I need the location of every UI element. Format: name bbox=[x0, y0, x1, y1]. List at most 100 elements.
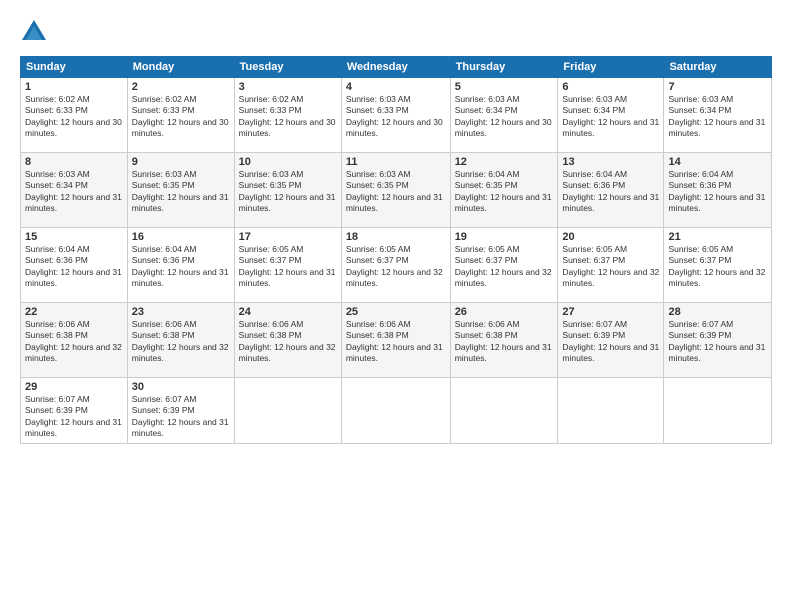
calendar-cell: 7Sunrise: 6:03 AMSunset: 6:34 PMDaylight… bbox=[664, 78, 772, 153]
calendar-cell: 21Sunrise: 6:05 AMSunset: 6:37 PMDayligh… bbox=[664, 228, 772, 303]
day-number: 16 bbox=[132, 231, 230, 243]
calendar-week-4: 22Sunrise: 6:06 AMSunset: 6:38 PMDayligh… bbox=[21, 303, 772, 378]
day-number: 14 bbox=[668, 156, 767, 168]
day-info: Sunrise: 6:03 AMSunset: 6:34 PMDaylight:… bbox=[25, 169, 123, 215]
calendar-cell: 9Sunrise: 6:03 AMSunset: 6:35 PMDaylight… bbox=[127, 153, 234, 228]
weekday-header-sunday: Sunday bbox=[21, 57, 128, 78]
logo bbox=[20, 18, 51, 46]
calendar-week-3: 15Sunrise: 6:04 AMSunset: 6:36 PMDayligh… bbox=[21, 228, 772, 303]
day-number: 15 bbox=[25, 231, 123, 243]
day-info: Sunrise: 6:03 AMSunset: 6:35 PMDaylight:… bbox=[239, 169, 337, 215]
day-info: Sunrise: 6:05 AMSunset: 6:37 PMDaylight:… bbox=[562, 244, 659, 290]
calendar-week-2: 8Sunrise: 6:03 AMSunset: 6:34 PMDaylight… bbox=[21, 153, 772, 228]
calendar-cell: 29Sunrise: 6:07 AMSunset: 6:39 PMDayligh… bbox=[21, 378, 128, 444]
calendar-cell: 1Sunrise: 6:02 AMSunset: 6:33 PMDaylight… bbox=[21, 78, 128, 153]
calendar-cell: 3Sunrise: 6:02 AMSunset: 6:33 PMDaylight… bbox=[234, 78, 341, 153]
day-info: Sunrise: 6:07 AMSunset: 6:39 PMDaylight:… bbox=[132, 394, 230, 440]
day-number: 23 bbox=[132, 306, 230, 318]
calendar-cell: 17Sunrise: 6:05 AMSunset: 6:37 PMDayligh… bbox=[234, 228, 341, 303]
calendar-cell: 15Sunrise: 6:04 AMSunset: 6:36 PMDayligh… bbox=[21, 228, 128, 303]
day-info: Sunrise: 6:04 AMSunset: 6:36 PMDaylight:… bbox=[668, 169, 767, 215]
calendar-cell: 25Sunrise: 6:06 AMSunset: 6:38 PMDayligh… bbox=[341, 303, 450, 378]
day-number: 24 bbox=[239, 306, 337, 318]
weekday-header-tuesday: Tuesday bbox=[234, 57, 341, 78]
day-number: 5 bbox=[455, 81, 554, 93]
calendar-cell: 5Sunrise: 6:03 AMSunset: 6:34 PMDaylight… bbox=[450, 78, 558, 153]
calendar-cell: 16Sunrise: 6:04 AMSunset: 6:36 PMDayligh… bbox=[127, 228, 234, 303]
day-info: Sunrise: 6:04 AMSunset: 6:36 PMDaylight:… bbox=[132, 244, 230, 290]
day-info: Sunrise: 6:02 AMSunset: 6:33 PMDaylight:… bbox=[25, 94, 123, 140]
weekday-header-wednesday: Wednesday bbox=[341, 57, 450, 78]
day-info: Sunrise: 6:05 AMSunset: 6:37 PMDaylight:… bbox=[668, 244, 767, 290]
day-number: 20 bbox=[562, 231, 659, 243]
calendar-cell: 4Sunrise: 6:03 AMSunset: 6:33 PMDaylight… bbox=[341, 78, 450, 153]
day-info: Sunrise: 6:03 AMSunset: 6:35 PMDaylight:… bbox=[346, 169, 446, 215]
day-number: 27 bbox=[562, 306, 659, 318]
calendar-cell: 12Sunrise: 6:04 AMSunset: 6:35 PMDayligh… bbox=[450, 153, 558, 228]
calendar-cell: 11Sunrise: 6:03 AMSunset: 6:35 PMDayligh… bbox=[341, 153, 450, 228]
calendar-cell: 27Sunrise: 6:07 AMSunset: 6:39 PMDayligh… bbox=[558, 303, 664, 378]
day-info: Sunrise: 6:06 AMSunset: 6:38 PMDaylight:… bbox=[239, 319, 337, 365]
weekday-header-monday: Monday bbox=[127, 57, 234, 78]
day-number: 12 bbox=[455, 156, 554, 168]
header bbox=[20, 18, 772, 46]
calendar-cell: 28Sunrise: 6:07 AMSunset: 6:39 PMDayligh… bbox=[664, 303, 772, 378]
day-number: 6 bbox=[562, 81, 659, 93]
day-info: Sunrise: 6:04 AMSunset: 6:36 PMDaylight:… bbox=[25, 244, 123, 290]
day-info: Sunrise: 6:03 AMSunset: 6:34 PMDaylight:… bbox=[562, 94, 659, 140]
calendar-cell: 30Sunrise: 6:07 AMSunset: 6:39 PMDayligh… bbox=[127, 378, 234, 444]
calendar-cell bbox=[558, 378, 664, 444]
weekday-header-thursday: Thursday bbox=[450, 57, 558, 78]
calendar-cell: 2Sunrise: 6:02 AMSunset: 6:33 PMDaylight… bbox=[127, 78, 234, 153]
calendar-table: SundayMondayTuesdayWednesdayThursdayFrid… bbox=[20, 56, 772, 444]
calendar-cell bbox=[341, 378, 450, 444]
day-number: 19 bbox=[455, 231, 554, 243]
calendar-cell bbox=[234, 378, 341, 444]
day-info: Sunrise: 6:05 AMSunset: 6:37 PMDaylight:… bbox=[239, 244, 337, 290]
day-number: 18 bbox=[346, 231, 446, 243]
day-info: Sunrise: 6:03 AMSunset: 6:34 PMDaylight:… bbox=[668, 94, 767, 140]
day-info: Sunrise: 6:07 AMSunset: 6:39 PMDaylight:… bbox=[25, 394, 123, 440]
calendar-cell: 14Sunrise: 6:04 AMSunset: 6:36 PMDayligh… bbox=[664, 153, 772, 228]
calendar-cell: 8Sunrise: 6:03 AMSunset: 6:34 PMDaylight… bbox=[21, 153, 128, 228]
day-number: 30 bbox=[132, 381, 230, 393]
day-info: Sunrise: 6:06 AMSunset: 6:38 PMDaylight:… bbox=[455, 319, 554, 365]
page: SundayMondayTuesdayWednesdayThursdayFrid… bbox=[0, 0, 792, 612]
day-number: 7 bbox=[668, 81, 767, 93]
weekday-header-saturday: Saturday bbox=[664, 57, 772, 78]
calendar-cell: 10Sunrise: 6:03 AMSunset: 6:35 PMDayligh… bbox=[234, 153, 341, 228]
day-number: 22 bbox=[25, 306, 123, 318]
day-number: 10 bbox=[239, 156, 337, 168]
day-number: 28 bbox=[668, 306, 767, 318]
day-info: Sunrise: 6:02 AMSunset: 6:33 PMDaylight:… bbox=[132, 94, 230, 140]
day-info: Sunrise: 6:03 AMSunset: 6:34 PMDaylight:… bbox=[455, 94, 554, 140]
day-info: Sunrise: 6:03 AMSunset: 6:35 PMDaylight:… bbox=[132, 169, 230, 215]
calendar-cell: 20Sunrise: 6:05 AMSunset: 6:37 PMDayligh… bbox=[558, 228, 664, 303]
day-number: 26 bbox=[455, 306, 554, 318]
day-info: Sunrise: 6:07 AMSunset: 6:39 PMDaylight:… bbox=[562, 319, 659, 365]
weekday-header-friday: Friday bbox=[558, 57, 664, 78]
calendar-cell: 18Sunrise: 6:05 AMSunset: 6:37 PMDayligh… bbox=[341, 228, 450, 303]
day-number: 1 bbox=[25, 81, 123, 93]
calendar-cell: 6Sunrise: 6:03 AMSunset: 6:34 PMDaylight… bbox=[558, 78, 664, 153]
calendar-cell bbox=[664, 378, 772, 444]
calendar-cell: 22Sunrise: 6:06 AMSunset: 6:38 PMDayligh… bbox=[21, 303, 128, 378]
calendar-cell: 26Sunrise: 6:06 AMSunset: 6:38 PMDayligh… bbox=[450, 303, 558, 378]
day-info: Sunrise: 6:07 AMSunset: 6:39 PMDaylight:… bbox=[668, 319, 767, 365]
day-info: Sunrise: 6:05 AMSunset: 6:37 PMDaylight:… bbox=[455, 244, 554, 290]
day-number: 2 bbox=[132, 81, 230, 93]
day-info: Sunrise: 6:06 AMSunset: 6:38 PMDaylight:… bbox=[132, 319, 230, 365]
day-info: Sunrise: 6:04 AMSunset: 6:35 PMDaylight:… bbox=[455, 169, 554, 215]
day-info: Sunrise: 6:06 AMSunset: 6:38 PMDaylight:… bbox=[346, 319, 446, 365]
logo-icon bbox=[20, 18, 48, 46]
calendar-week-1: 1Sunrise: 6:02 AMSunset: 6:33 PMDaylight… bbox=[21, 78, 772, 153]
day-number: 17 bbox=[239, 231, 337, 243]
calendar-cell: 13Sunrise: 6:04 AMSunset: 6:36 PMDayligh… bbox=[558, 153, 664, 228]
day-number: 13 bbox=[562, 156, 659, 168]
day-number: 11 bbox=[346, 156, 446, 168]
day-number: 25 bbox=[346, 306, 446, 318]
day-info: Sunrise: 6:06 AMSunset: 6:38 PMDaylight:… bbox=[25, 319, 123, 365]
calendar-week-5: 29Sunrise: 6:07 AMSunset: 6:39 PMDayligh… bbox=[21, 378, 772, 444]
calendar-cell: 24Sunrise: 6:06 AMSunset: 6:38 PMDayligh… bbox=[234, 303, 341, 378]
day-info: Sunrise: 6:03 AMSunset: 6:33 PMDaylight:… bbox=[346, 94, 446, 140]
